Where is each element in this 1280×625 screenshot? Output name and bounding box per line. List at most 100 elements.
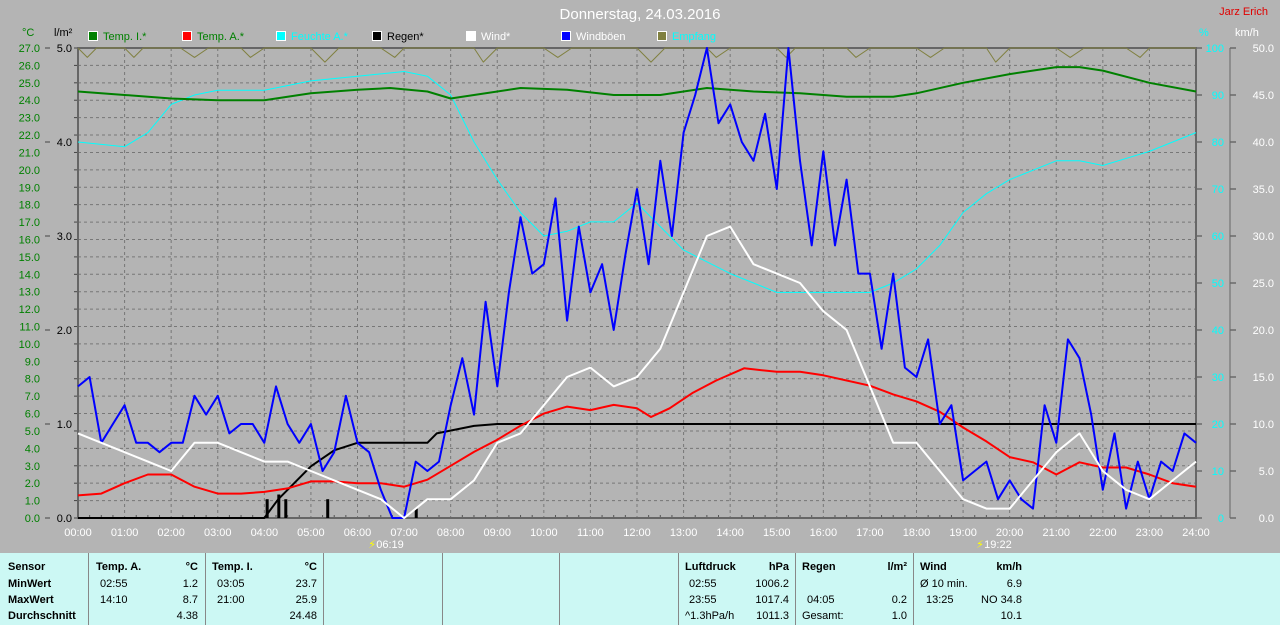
x-tick-label: 07:00 — [390, 527, 418, 539]
x-tick-label: 13:00 — [670, 527, 698, 539]
wind-tick-label: 10.0 — [1253, 419, 1274, 431]
wind-tick-label: 40.0 — [1253, 137, 1274, 149]
x-tick-label: 05:00 — [297, 527, 325, 539]
wind-avg10-label: Ø 10 min. — [920, 578, 968, 590]
rain-max-time: 04:05 — [807, 594, 835, 606]
stats-table: Sensor MinWert MaxWert Durchschnitt Temp… — [0, 553, 1280, 625]
x-tick-label: 04:00 — [251, 527, 279, 539]
temp-tick-label: 6.0 — [25, 409, 40, 421]
temp-axis-unit: °C — [22, 27, 35, 39]
temp-a-max-time: 14:10 — [100, 594, 128, 606]
temp-a-min: 1.2 — [182, 578, 198, 590]
temp-a-header: Temp. A. — [96, 561, 142, 573]
temp-tick-label: 10.0 — [19, 339, 40, 351]
divider — [913, 553, 914, 625]
temp-tick-label: 25.0 — [19, 78, 40, 90]
sunrise-marker-icon: ⚡ — [368, 538, 376, 551]
x-tick-label: 19:00 — [949, 527, 977, 539]
temp-tick-label: 3.0 — [25, 461, 40, 473]
temp-tick-label: 8.0 — [25, 374, 40, 386]
x-tick-label: 16:00 — [810, 527, 838, 539]
temp-i-max-time: 21:00 — [217, 594, 245, 606]
temp-tick-label: 20.0 — [19, 165, 40, 177]
temp-a-unit: °C — [185, 561, 198, 573]
x-tick-label: 08:00 — [437, 527, 465, 539]
sensor-header: Sensor — [8, 561, 46, 573]
humidity-axis-unit: % — [1199, 27, 1209, 39]
legend-label: Temp. A.* — [197, 31, 245, 43]
temp-tick-label: 7.0 — [25, 391, 40, 403]
wind-tick-label: 15.0 — [1253, 372, 1274, 384]
pressure-max-time: 23:55 — [689, 594, 717, 606]
divider — [323, 553, 324, 625]
rain-tick-label: 1.0 — [57, 419, 72, 431]
wind-header: Wind — [920, 561, 947, 573]
wind-tick-label: 35.0 — [1253, 184, 1274, 196]
wind-tick-label: 50.0 — [1253, 43, 1274, 55]
legend-item-wind: Wind* — [466, 31, 510, 43]
legend-item-gusts: Windböen — [561, 31, 626, 43]
legend-swatch — [276, 31, 286, 41]
x-tick-label: 12:00 — [623, 527, 651, 539]
temp-i-min-time: 03:05 — [217, 578, 245, 590]
humidity-tick-label: 40 — [1212, 325, 1224, 337]
temp-tick-label: 2.0 — [25, 478, 40, 490]
temp-i-max: 25.9 — [295, 594, 317, 606]
pressure-max: 1017.4 — [755, 594, 789, 606]
temp-tick-label: 27.0 — [19, 43, 40, 55]
temp-tick-label: 1.0 — [25, 496, 40, 508]
temp-tick-label: 18.0 — [19, 200, 40, 212]
x-tick-label: 06:00 — [344, 527, 372, 539]
pressure-unit: hPa — [768, 561, 789, 573]
wind-gust: NO 34.8 — [981, 594, 1022, 606]
humidity-tick-label: 80 — [1212, 137, 1224, 149]
chart-title: Donnerstag, 24.03.2016 — [559, 6, 721, 23]
pressure-min-time: 02:55 — [689, 578, 717, 590]
temp-tick-label: 0.0 — [25, 513, 40, 525]
humidity-tick-label: 90 — [1212, 90, 1224, 102]
x-tick-label: 20:00 — [996, 527, 1024, 539]
temp-tick-label: 24.0 — [19, 95, 40, 107]
wind-tick-label: 30.0 — [1253, 231, 1274, 243]
x-tick-label: 01:00 — [111, 527, 139, 539]
temp-tick-label: 17.0 — [19, 217, 40, 229]
legend-label: Temp. I.* — [103, 31, 147, 43]
wind-avg10: 6.9 — [1006, 578, 1022, 590]
legend-swatch — [657, 31, 667, 41]
legend-swatch — [372, 31, 382, 41]
legend-label: Feuchte A.* — [291, 31, 348, 43]
sunset-marker-icon: ⚡ — [976, 538, 984, 551]
temp-tick-label: 4.0 — [25, 443, 40, 455]
humidity-tick-label: 10 — [1212, 466, 1224, 478]
wind-avg: 10.1 — [1000, 610, 1022, 622]
rain-total-label: Gesamt: — [802, 610, 844, 622]
temp-tick-label: 12.0 — [19, 304, 40, 316]
rain-axis-unit: l/m² — [54, 27, 73, 39]
rain-max: 0.2 — [891, 594, 907, 606]
humidity-tick-label: 20 — [1212, 419, 1224, 431]
rain-bar — [284, 499, 288, 518]
wind-unit: km/h — [996, 561, 1022, 573]
divider — [678, 553, 679, 625]
x-tick-label: 23:00 — [1136, 527, 1164, 539]
temp-a-max: 8.7 — [182, 594, 198, 606]
sunrise-marker-time: 06:19 — [376, 539, 404, 551]
pressure-header: Luftdruck — [685, 561, 736, 573]
temp-tick-label: 9.0 — [25, 356, 40, 368]
rain-tick-label: 0.0 — [57, 513, 72, 525]
x-tick-label: 02:00 — [157, 527, 185, 539]
x-tick-label: 24:00 — [1182, 527, 1210, 539]
pressure-avg: 1011.3 — [756, 610, 789, 622]
weather-chart: 0.0 1.0 2.0 3.0 4.0 5.0 6.0 7.0 8.0 9.0 10.0 11.0 12… — [19, 43, 1274, 551]
temp-i-unit: °C — [304, 561, 317, 573]
x-tick-label: 00:00 — [64, 527, 92, 539]
wind-tick-label: 45.0 — [1253, 90, 1274, 102]
legend-label: Empfang — [672, 31, 717, 43]
pressure-trend: ^1.3hPa/h — [685, 610, 735, 622]
temp-tick-label: 16.0 — [19, 234, 40, 246]
legend-label: Wind* — [481, 31, 511, 43]
temp-tick-label: 15.0 — [19, 252, 40, 264]
temp-tick-label: 5.0 — [25, 426, 40, 438]
x-tick-label: 11:00 — [577, 527, 604, 539]
divider — [442, 553, 443, 625]
